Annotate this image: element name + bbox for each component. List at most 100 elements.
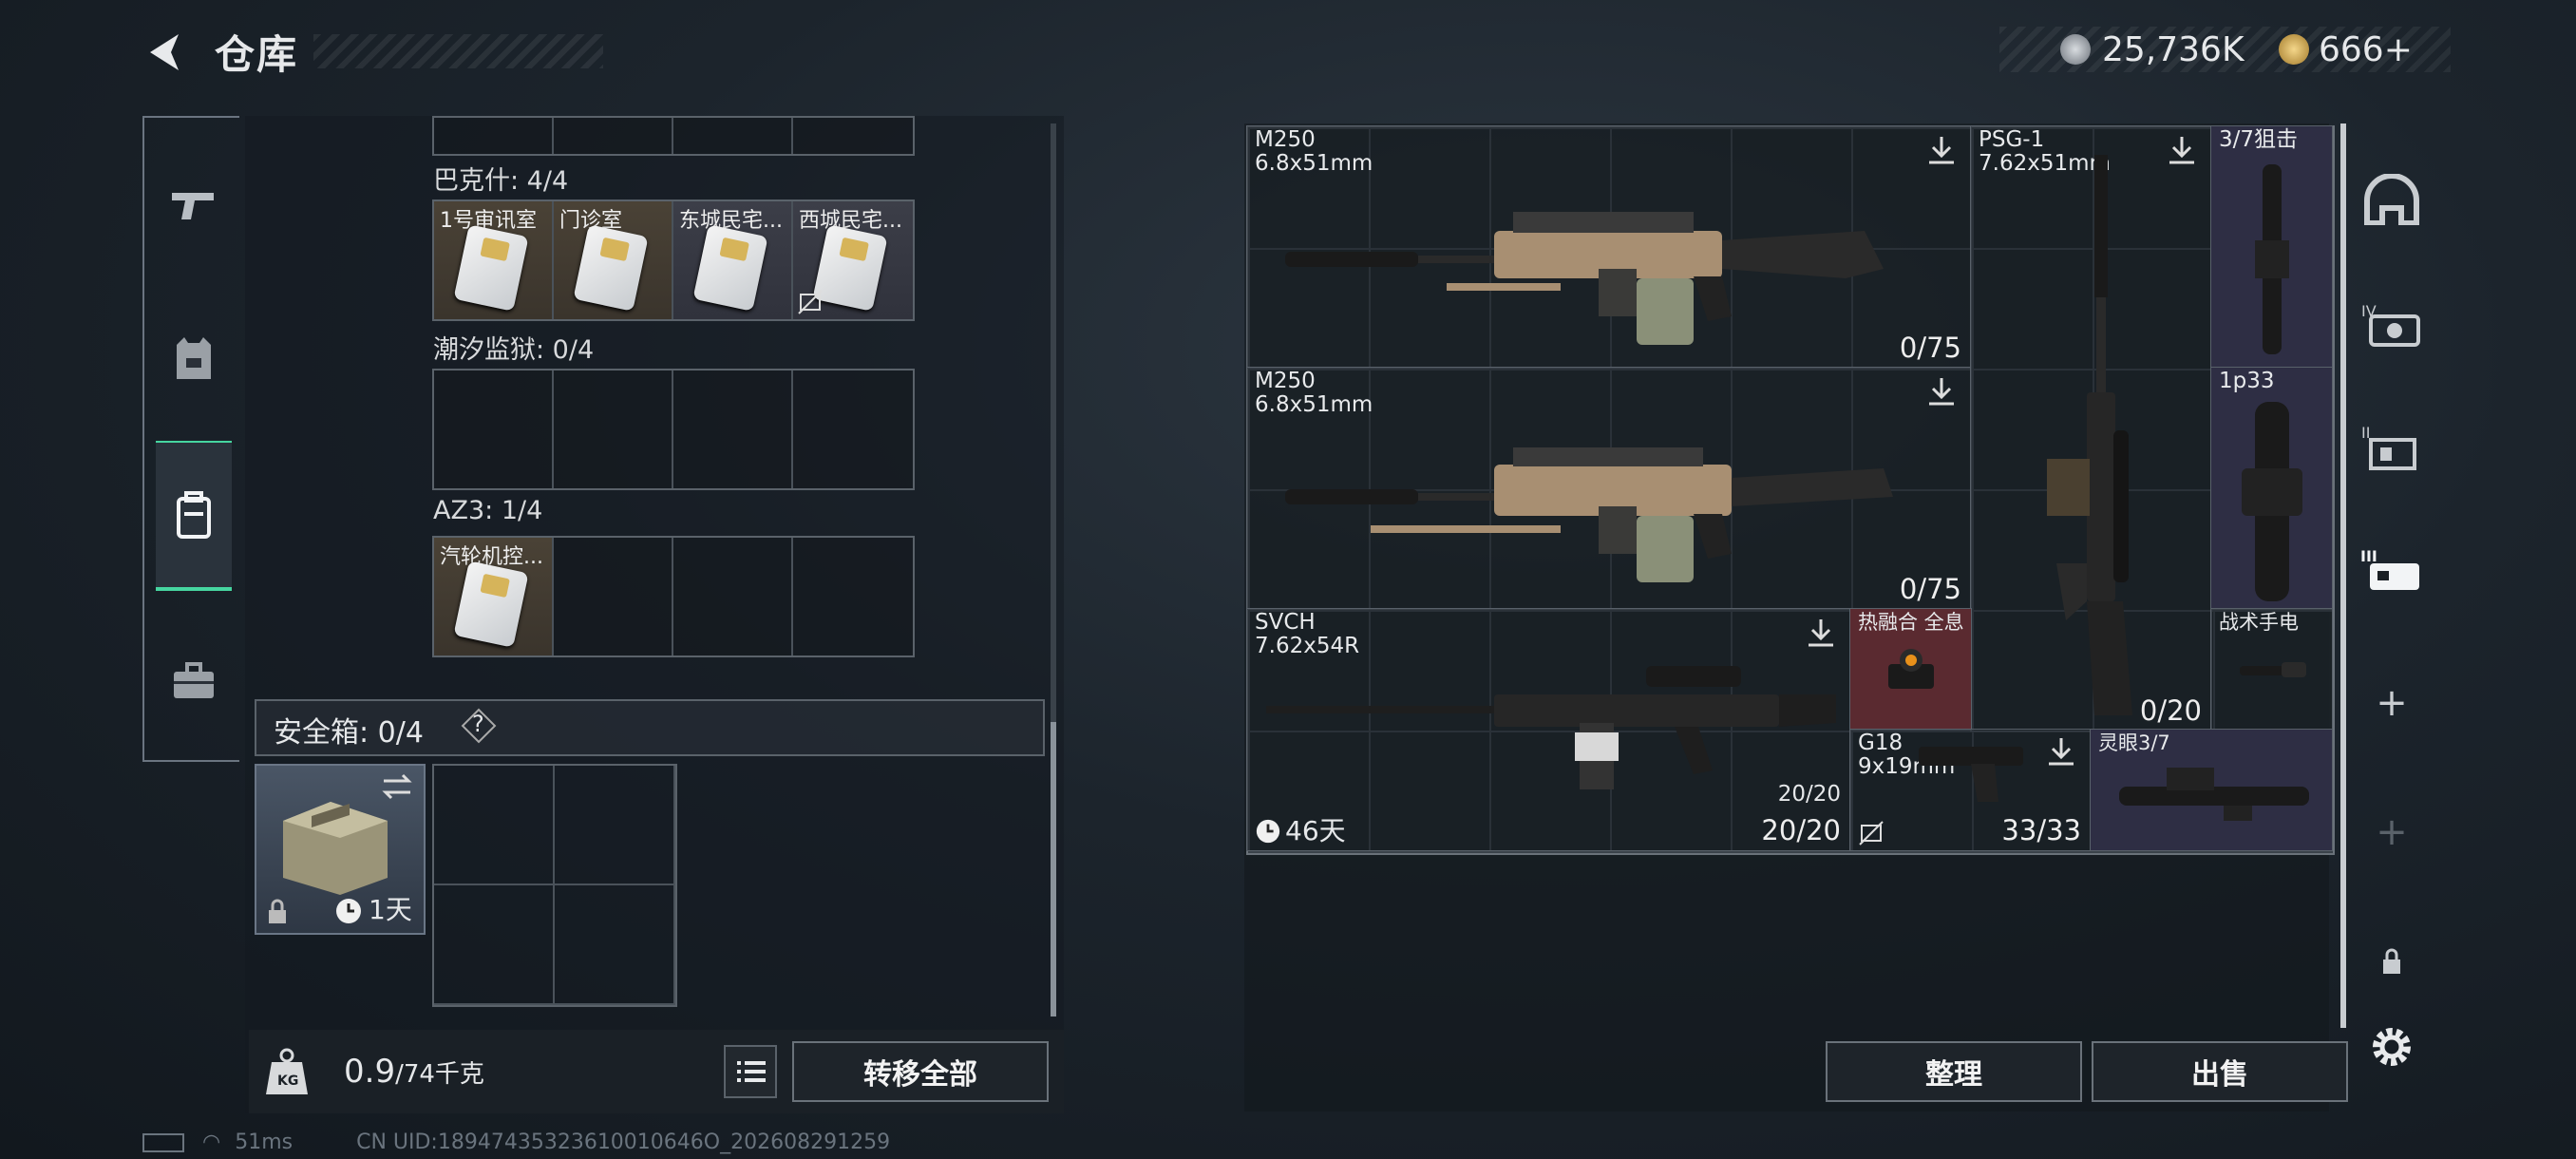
mag-count: 20/20 [1777, 782, 1841, 807]
ammo-count: 0/75 [1899, 573, 1961, 605]
no-insure-icon [1859, 821, 1884, 846]
page-title: 仓库 [215, 31, 299, 78]
ammo-count: 0/20 [2139, 694, 2202, 727]
empty-slot[interactable] [434, 766, 555, 885]
lmg-icon [1285, 212, 1884, 345]
container-grid-tide-prison [432, 369, 915, 490]
keycard-item[interactable]: 东城民宅... [673, 201, 793, 319]
container-label-tide-prison: 潮汐监狱: 0/4 [433, 335, 595, 365]
svg-text:III: III [2360, 547, 2377, 565]
empty-slot[interactable] [555, 885, 675, 1005]
weapon-svch[interactable]: SVCH 7.62x54R 20/20 46天 20/20 [1246, 608, 1851, 851]
back-button[interactable] [141, 28, 184, 76]
keycard-icon [692, 224, 768, 312]
wifi-icon: ◠ [202, 1130, 221, 1154]
tactical-flashlight[interactable]: 战术手电 [2210, 608, 2333, 731]
title-decoration [313, 34, 603, 68]
weapon-m250[interactable]: M250 6.8x51mm 0/75 [1246, 367, 1972, 610]
empty-slot[interactable] [434, 885, 555, 1005]
container-grid-bakshi: 1号审讯室 门诊室 东城民宅... 西城民宅... [432, 200, 915, 321]
currency-bar: 25,736K 666+ [1999, 27, 2451, 72]
empty-slot[interactable] [673, 370, 793, 488]
transfer-all-button[interactable]: 转移全部 [792, 1041, 1049, 1102]
battery-icon [142, 1133, 184, 1152]
add-slot-button[interactable]: + [2354, 665, 2430, 741]
empty-slot[interactable] [793, 370, 913, 488]
keycard-item[interactable]: 西城民宅... [793, 201, 913, 319]
stash-scrollbar[interactable] [2340, 124, 2346, 1028]
item-name: 3/7狙击 [2219, 127, 2299, 152]
silver-coin-icon [2060, 34, 2091, 65]
safe-box-grid [432, 764, 677, 1007]
settings-gear-icon[interactable] [2354, 1009, 2430, 1085]
keycard-item[interactable]: 汽轮机控... [434, 538, 554, 656]
empty-slot[interactable] [554, 370, 673, 488]
scope-1p33[interactable]: 1p33 [2210, 367, 2333, 610]
weapon-duration: 46天 [1285, 815, 1346, 846]
sight-thermal-holo[interactable]: 热融合 全息 [1849, 608, 1972, 731]
download-icon [1929, 378, 1954, 406]
empty-slot[interactable] [554, 538, 673, 656]
loadout-iv-tab[interactable]: IV [2354, 287, 2430, 363]
item-name: 战术手电 [2219, 611, 2299, 634]
pistol-icon [1919, 747, 2023, 802]
loadout-ii-tab[interactable]: II [2354, 408, 2430, 484]
download-icon [2169, 137, 2194, 164]
keycard-icon [453, 224, 529, 312]
safe-box-header: 安全箱: 0/4 ? [255, 699, 1045, 756]
helmet-icon [2364, 174, 2419, 225]
backpack-tab[interactable] [156, 441, 232, 591]
backpack-scroll-thumb[interactable] [1051, 722, 1056, 1016]
organize-button[interactable]: 整理 [1826, 1041, 2082, 1102]
helmet-tab[interactable] [2354, 162, 2430, 238]
ammo-count: 0/75 [1899, 332, 1961, 364]
left-category-nav [142, 116, 241, 762]
ammo-count: 20/20 [1761, 814, 1841, 846]
rifle-icon [1266, 666, 1836, 789]
help-label: ? [472, 711, 484, 737]
red-dot-icon [1888, 649, 1934, 689]
safe-case-icon [283, 802, 388, 895]
keycard-icon [573, 224, 649, 312]
download-icon [2049, 738, 2074, 766]
armor-tab[interactable] [146, 287, 241, 429]
ping-value: 51ms [235, 1130, 294, 1154]
weight-icon: KG [264, 1047, 310, 1096]
download-icon [1809, 619, 1833, 647]
loadout-iii-tab[interactable]: III [2354, 532, 2430, 608]
keycard-item[interactable]: 1号审讯室 [434, 201, 554, 319]
keycard-icon [453, 560, 529, 648]
scope-3-7[interactable]: 3/7狙击 [2210, 125, 2333, 369]
case-tab[interactable] [146, 610, 241, 752]
download-icon [1929, 137, 1954, 164]
empty-slot[interactable] [434, 370, 554, 488]
safe-box-item[interactable]: 1天 [255, 764, 426, 935]
rig-slot-icon: II [2361, 424, 2416, 470]
empty-slot[interactable] [793, 538, 913, 656]
scope-lingyan[interactable]: 灵眼3/7 [2090, 729, 2333, 851]
silver-amount: 25,736K [2102, 30, 2245, 69]
pistol-icon [172, 193, 214, 219]
empty-slot[interactable] [555, 766, 675, 885]
weight-value: 0.9/74千克 [344, 1053, 484, 1091]
lock-icon [269, 899, 286, 923]
sell-button[interactable]: 出售 [2092, 1041, 2348, 1102]
weight-max: /74千克 [395, 1060, 484, 1089]
status-bar: ◠ 51ms CN UID:18947435323610010646O_2026… [142, 1130, 890, 1154]
help-button[interactable]: ? [460, 707, 498, 745]
list-view-button[interactable] [724, 1045, 777, 1098]
item-name: 1p33 [2219, 369, 2275, 393]
keycard-icon [812, 224, 888, 312]
empty-slot[interactable] [673, 538, 793, 656]
list-icon [737, 1061, 766, 1082]
weapon-m250[interactable]: M250 6.8x51mm 0/75 [1246, 125, 1972, 369]
weapons-tab[interactable] [146, 135, 241, 277]
keycard-item[interactable]: 门诊室 [554, 201, 673, 319]
gold-amount[interactable]: 666+ [2319, 30, 2413, 69]
weapon-g18[interactable]: G18 9x19mm 33/33 [1849, 729, 2092, 851]
clock-icon [1256, 819, 1280, 844]
clock-icon [336, 899, 361, 923]
right-loadout-nav: IV II III + + [2354, 124, 2430, 1112]
lock-icon[interactable] [2354, 923, 2430, 999]
weapon-psg1[interactable]: PSG-1 7.62x51mm 0/20 [1970, 125, 2212, 732]
